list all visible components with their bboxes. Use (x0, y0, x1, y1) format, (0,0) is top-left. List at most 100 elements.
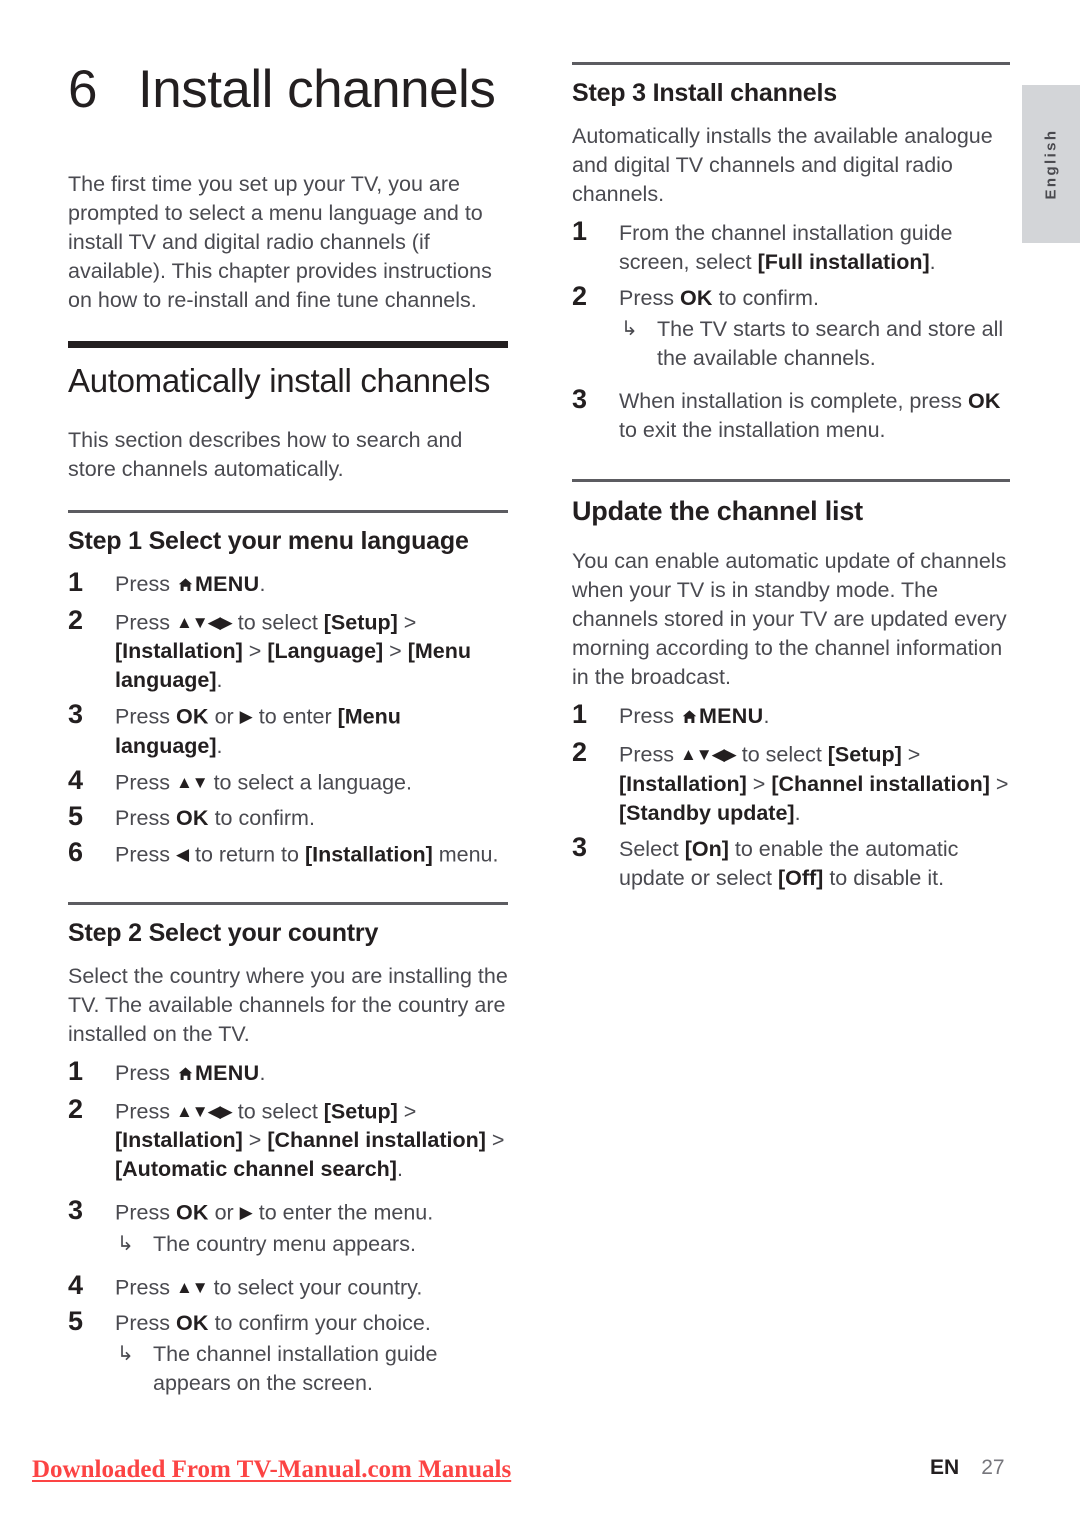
chapter-intro-paragraph: The first time you set up your TV, you a… (68, 171, 492, 312)
step-text: to confirm. (712, 286, 819, 310)
step-text: . (929, 250, 936, 274)
step1-list: Press MENU. Press ▲▼◀▶ to select [Setup]… (68, 567, 508, 870)
step-text: to exit the installation menu. (619, 418, 886, 442)
step-text: or (208, 704, 240, 729)
menu-token: [Off] (777, 865, 824, 890)
menu-token: [Standby update] (619, 800, 795, 825)
list-item: Press ▲▼ to select your country. (68, 1270, 508, 1303)
menu-token: [Installation] (619, 771, 747, 796)
step-text: . (216, 668, 223, 693)
step2-heading: Step 2 Select your country (68, 918, 379, 947)
list-item: When installation is complete, press OK … (572, 384, 1010, 445)
step-text: to confirm your choice. (208, 1311, 431, 1336)
menu-token: [Channel installation] (267, 1128, 486, 1153)
key-label: MENU (698, 704, 764, 729)
step-text: Press (619, 742, 680, 767)
step-text: . (763, 704, 770, 729)
ok-key-label: OK (175, 1311, 209, 1336)
result-hook-icon: ↳ (621, 318, 638, 340)
list-item: Press MENU. (68, 1056, 508, 1090)
right-arrow-icon: ▶ (239, 707, 253, 727)
right-column: Step 3 Install channels Automatically in… (572, 62, 1010, 900)
step3-rule (572, 62, 1010, 65)
step-text: Press (115, 1200, 176, 1225)
step-text: to enter the menu. (252, 1200, 434, 1225)
section-heading-update-channel-list: Update the channel list (572, 496, 863, 526)
step-text: to select (231, 610, 324, 635)
step-text: Press (115, 704, 176, 729)
step-result-list: ↳ The country menu appears. (115, 1230, 508, 1259)
list-item: Press OK to confirm. (68, 801, 508, 833)
step-text: to select (231, 1099, 324, 1124)
chapter-title: 6 Install channels (68, 62, 508, 118)
step1-rule (68, 509, 508, 513)
list-item: Press OK to confirm your choice. ↳ The ch… (68, 1306, 508, 1398)
step-text: . (794, 800, 801, 825)
dpad-arrows-icon: ▲▼◀▶ (175, 1101, 233, 1121)
step-text: > (746, 771, 772, 796)
step-text: to confirm. (208, 806, 315, 831)
list-item: From the channel installation guide scre… (572, 216, 1010, 277)
list-item: Press ▲▼ to select a language. (68, 765, 508, 798)
home-icon (177, 572, 194, 601)
menu-token: [Installation] (115, 1128, 243, 1153)
list-item: Press ◀ to return to [Installation] menu… (68, 837, 508, 870)
page-folio: EN 27 (930, 1456, 1005, 1480)
menu-token: [Setup] (827, 742, 902, 767)
result-text: The TV starts to search and store all th… (657, 317, 1004, 370)
right-arrow-icon: ▶ (239, 1203, 253, 1223)
ok-key-label: OK (967, 389, 1001, 413)
update-section-rule (572, 479, 1010, 482)
step-text: to select your country. (207, 1275, 423, 1300)
step-text: Press (115, 571, 176, 596)
step-text: > (242, 1128, 268, 1153)
step-text: Press (115, 1311, 176, 1336)
step-text: menu. (432, 842, 499, 867)
result-hook-icon: ↳ (117, 1343, 134, 1366)
list-item: Press OK or ▶ to enter the menu. ↳ The co… (68, 1195, 508, 1259)
list-item: ↳ The channel installation guide appears … (115, 1340, 508, 1398)
key-label: MENU (194, 571, 260, 596)
step-text: to select (735, 742, 828, 767)
step-text: . (396, 1157, 403, 1182)
list-item: Press MENU. (572, 699, 1010, 733)
step-text: Press (115, 610, 176, 635)
step3-list: From the channel installation guide scre… (572, 216, 1010, 445)
menu-token: [Installation] (304, 842, 433, 867)
left-column: 6 Install channels The first time you se… (68, 62, 508, 1405)
key-label: MENU (194, 1060, 260, 1085)
step3-heading: Step 3 Install channels (572, 79, 837, 107)
up-down-arrows-icon: ▲▼ (175, 1277, 209, 1297)
language-side-tab: English (1022, 85, 1080, 243)
step-text: . (216, 733, 223, 758)
step-text: > (485, 1128, 505, 1153)
step-result-list: ↳ The TV starts to search and store all t… (619, 315, 1010, 373)
list-item: Press MENU. (68, 567, 508, 601)
step-text: . (259, 1060, 266, 1085)
list-item: Press ▲▼◀▶ to select [Setup] > [Installa… (572, 737, 1010, 828)
step-text: Press (115, 842, 176, 867)
ok-key-label: OK (175, 806, 209, 831)
menu-token: [Channel installation] (771, 771, 990, 796)
left-arrow-icon: ◀ (175, 845, 190, 865)
step2-list: Press MENU. Press ▲▼◀▶ to select [Setup]… (68, 1056, 508, 1399)
result-text: The channel installation guide appears o… (153, 1342, 438, 1396)
step-text: Press (115, 1099, 176, 1124)
step2-rule (68, 901, 508, 905)
update-list: Press MENU. Press ▲▼◀▶ to select [Setup]… (572, 699, 1010, 893)
step-text: to return to (189, 842, 305, 867)
list-item: Select [On] to enable the automatic upda… (572, 832, 1010, 893)
dpad-arrows-icon: ▲▼◀▶ (175, 612, 233, 632)
list-item: ↳ The country menu appears. (115, 1230, 508, 1259)
section-rule-thick (68, 340, 508, 348)
step-text: Select (619, 836, 685, 861)
step-text: Press (115, 770, 176, 795)
manual-page: English 6 Install channels The first tim… (0, 0, 1080, 1530)
step-text: to enter (252, 704, 338, 729)
list-item: ↳ The TV starts to search and store all t… (619, 315, 1010, 373)
step-text: Press (115, 1275, 176, 1300)
step-text: or (208, 1200, 240, 1225)
list-item: Press ▲▼◀▶ to select [Setup] > [Installa… (68, 1094, 508, 1185)
step-text: . (259, 571, 266, 596)
step-text: Press (115, 806, 176, 831)
